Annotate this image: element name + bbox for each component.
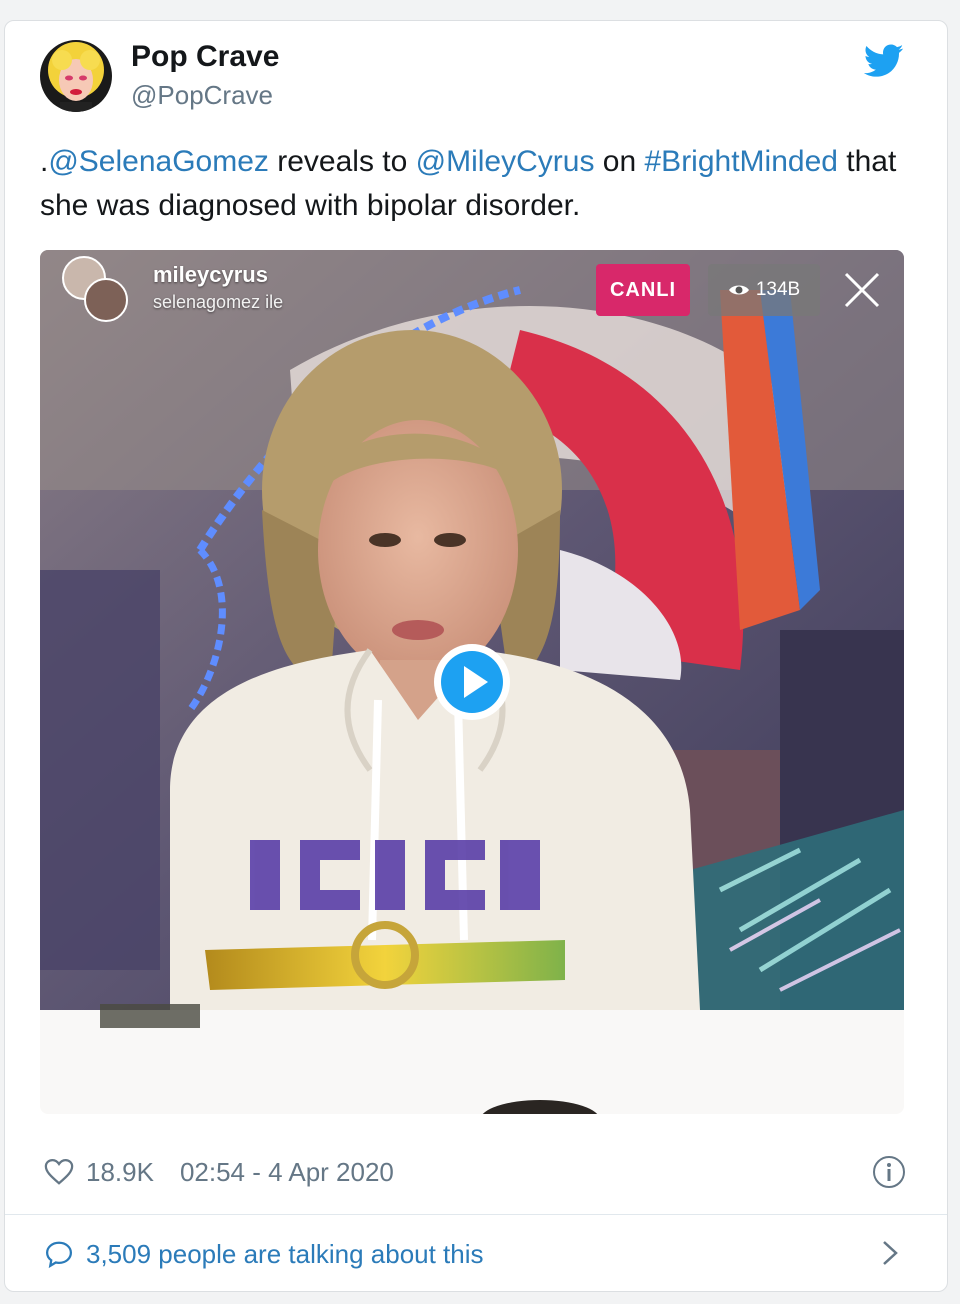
tweet-text: .@SelenaGomez reveals to @MileyCyrus on …: [40, 140, 920, 228]
author-avatar[interactable]: [40, 40, 112, 112]
live-username: mileycyrus: [153, 262, 268, 287]
text-segment: on: [594, 145, 645, 178]
chevron-right-icon[interactable]: [878, 1238, 902, 1268]
viewer-count-badge: 134B: [708, 264, 820, 316]
speech-bubble-icon: [45, 1241, 73, 1269]
tweet-timestamp[interactable]: 02:54 - 4 Apr 2020: [180, 1157, 394, 1188]
info-icon[interactable]: [872, 1155, 906, 1189]
author-handle[interactable]: @PopCrave: [131, 80, 273, 111]
footer-divider: [5, 1214, 947, 1215]
play-icon[interactable]: [432, 642, 512, 722]
video-player[interactable]: mileycyrus selenagomez ile CANLI 134B: [40, 250, 904, 1114]
hashtag-link[interactable]: #BrightMinded: [645, 145, 838, 178]
conversation-text: 3,509 people are talking about this: [86, 1238, 484, 1269]
conversation-link[interactable]: 3,509 people are talking about this: [44, 1234, 484, 1274]
heart-icon[interactable]: [44, 1157, 74, 1187]
author-name[interactable]: Pop Crave: [131, 40, 279, 74]
live-badge: CANLI: [596, 264, 690, 316]
mention-miley[interactable]: @MileyCyrus: [416, 145, 595, 178]
guest-avatar: [84, 278, 128, 322]
mention-selena[interactable]: @SelenaGomez: [48, 145, 269, 178]
live-subtitle: selenagomez ile: [153, 292, 284, 312]
twitter-bird-icon[interactable]: [864, 44, 904, 78]
text-segment: reveals to: [268, 145, 416, 178]
viewer-count: 134B: [755, 279, 801, 300]
eye-icon: [728, 285, 749, 295]
like-count[interactable]: 18.9K: [86, 1157, 154, 1188]
tweet-meta: 18.9K 02:54 - 4 Apr 2020: [44, 1154, 394, 1190]
close-icon[interactable]: [842, 270, 882, 310]
